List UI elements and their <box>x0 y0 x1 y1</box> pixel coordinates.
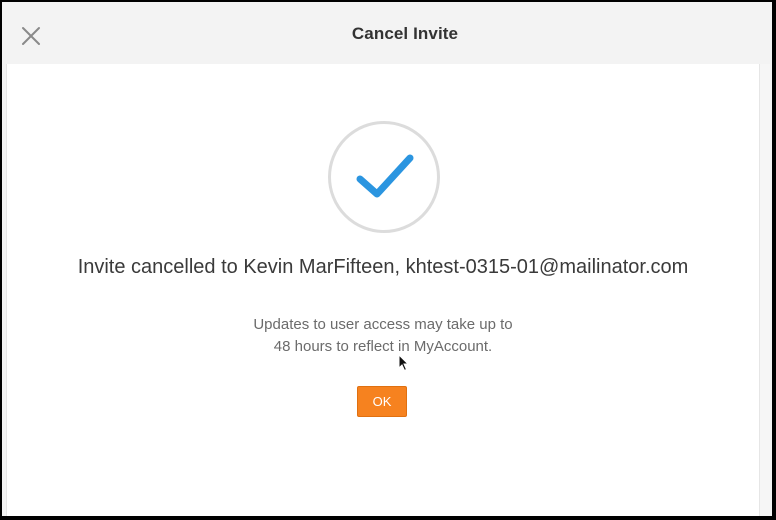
confirmation-message: Invite cancelled to Kevin MarFifteen, kh… <box>77 256 689 278</box>
dialog-body: Invite cancelled to Kevin MarFifteen, kh… <box>6 64 760 516</box>
success-badge <box>328 121 440 233</box>
dialog-title: Cancel Invite <box>351 24 459 43</box>
ok-button[interactable]: OK <box>357 386 407 417</box>
checkmark-icon <box>356 154 414 198</box>
mouse-pointer-icon <box>398 353 410 377</box>
scrollbar-track[interactable] <box>760 64 770 516</box>
access-update-note: Updates to user access may take up to 48… <box>7 314 759 358</box>
note-line-1: Updates to user access may take up to <box>253 316 513 333</box>
dialog-header: Cancel Invite <box>2 2 772 64</box>
note-line-2: 48 hours to reflect in MyAccount. <box>273 338 493 355</box>
cancel-invite-dialog: Cancel Invite Invite cancelled to Kevin … <box>2 2 772 516</box>
